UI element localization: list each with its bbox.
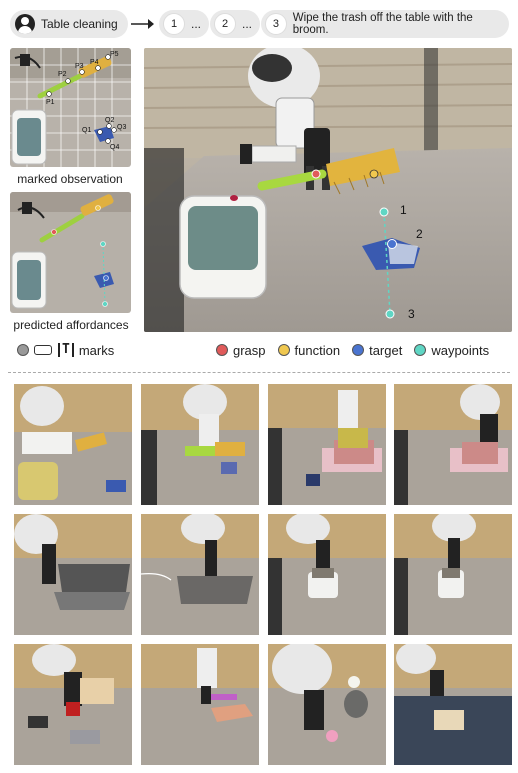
point-label: Q2	[105, 117, 114, 124]
grasp-dot-icon	[216, 344, 228, 356]
predicted-affordances-image	[10, 192, 131, 313]
marks-rect-icon	[34, 345, 52, 355]
marked-observation-caption: marked observation	[17, 172, 123, 186]
arrow-right-icon	[131, 19, 154, 29]
point-label: Q4	[110, 144, 119, 151]
task-pill: Table cleaning	[10, 10, 128, 38]
legend-affordances: grasp function target waypoints	[216, 340, 489, 360]
step-text: Wipe the trash off the table with the br…	[292, 12, 473, 36]
function-label: function	[294, 342, 341, 358]
photo-tile	[268, 514, 386, 635]
step-pill-1: 1 ...	[159, 10, 209, 38]
photo-tile	[268, 384, 386, 505]
point-label: Q1	[82, 127, 91, 134]
function-dot-icon	[277, 344, 290, 356]
photo-tile	[394, 514, 512, 635]
target-label: target	[369, 342, 403, 358]
photo-tile	[394, 384, 512, 505]
point-label: P5	[110, 51, 119, 58]
step-text: ...	[191, 17, 202, 31]
waypoints-label: waypoints	[431, 342, 490, 358]
step-text: ...	[242, 17, 253, 31]
text-mark-icon: T	[58, 343, 74, 357]
point-label: P3	[75, 63, 84, 70]
section-divider	[8, 372, 510, 373]
waypoints-dot-icon	[414, 344, 427, 356]
point-label: P1	[46, 99, 55, 106]
photo-tile	[14, 514, 132, 635]
legend-marks: T marks	[17, 340, 114, 360]
predicted-affordances-caption: predicted affordances	[13, 318, 129, 332]
photo-tile	[394, 644, 512, 765]
photo-tile	[141, 384, 259, 505]
user-icon	[15, 14, 35, 34]
photo-tile	[141, 514, 259, 635]
waypoint-label: 3	[408, 307, 415, 321]
point-label: P2	[58, 71, 67, 78]
main-scene-image: 1 2 3	[144, 48, 512, 332]
step-pill-3: 3 Wipe the trash off the table with the …	[261, 10, 509, 38]
photo-tile	[14, 384, 132, 505]
marks-dot-icon	[17, 344, 29, 356]
step-number: 2	[214, 13, 236, 35]
step-number: 1	[163, 13, 185, 35]
photo-tile	[141, 644, 259, 765]
target-dot-icon	[352, 344, 365, 356]
point-label: P4	[90, 59, 99, 66]
grasp-label: grasp	[233, 342, 266, 358]
photo-tile	[14, 644, 132, 765]
task-label: Table cleaning	[41, 17, 118, 31]
marked-observation-image: P1 P2 P3 P4 P5 Q1 Q2 Q3 Q4	[10, 48, 131, 167]
marks-label: marks	[78, 342, 115, 358]
photo-tile	[268, 644, 386, 765]
waypoint-label: 1	[400, 203, 407, 217]
waypoint-label: 2	[416, 227, 423, 241]
step-number: 3	[265, 13, 287, 35]
point-label: Q3	[117, 124, 126, 131]
step-pill-2: 2 ...	[210, 10, 260, 38]
